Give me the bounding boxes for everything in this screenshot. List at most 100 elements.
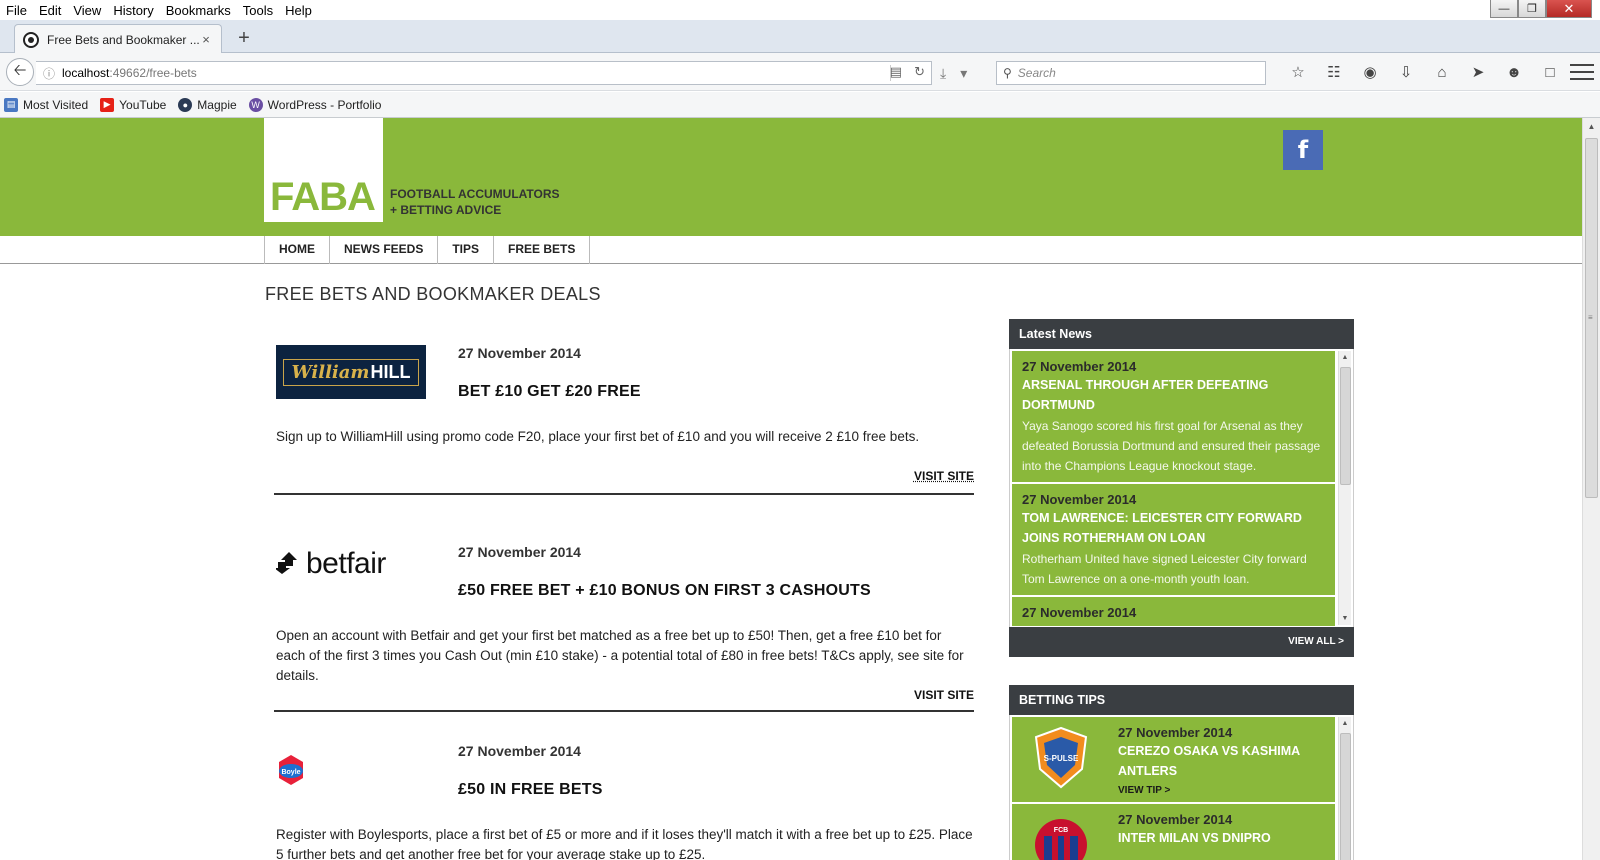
facebook-icon[interactable]: f [1283, 130, 1323, 170]
menu-help[interactable]: Help [279, 3, 318, 18]
page-scrollbar[interactable]: ▲ ≡ [1582, 118, 1600, 860]
tab-strip: Free Bets and Bookmaker ... × + [0, 20, 1600, 54]
hamburger-menu-icon[interactable] [1570, 62, 1594, 82]
betfair-logo[interactable]: betfair [276, 544, 426, 584]
bookmark-label: Magpie [197, 97, 237, 112]
new-tab-icon[interactable]: + [234, 28, 254, 48]
browser-tab[interactable]: Free Bets and Bookmaker ... × [14, 24, 222, 54]
bookmark-youtube[interactable]: ▶ YouTube [100, 97, 166, 112]
deal-date: 27 November 2014 [458, 544, 581, 560]
deal-headline: £50 IN FREE BETS [458, 781, 603, 798]
scroll-thumb[interactable] [1340, 367, 1351, 485]
scroll-thumb[interactable] [1340, 733, 1351, 860]
visit-site-link[interactable]: VISIT SITE [914, 688, 974, 702]
view-all-news-link[interactable]: VIEW ALL > [1009, 627, 1354, 657]
news-item[interactable]: 27 November 2014 TOM LAWRENCE: LEICESTER… [1012, 484, 1335, 595]
menu-history[interactable]: History [107, 3, 159, 18]
tip-title[interactable]: INTER MILAN VS DNIPRO [1118, 828, 1271, 848]
restore-icon[interactable]: ❐ [1518, 0, 1546, 18]
scroll-up-icon[interactable]: ▲ [1339, 717, 1351, 730]
search-input[interactable]: ⚲ Search [996, 61, 1266, 85]
toolbar-icons: ☆ ☷ ◉ ⇩ ⌂ ➤ ☻ □ [1280, 62, 1568, 82]
menu-file[interactable]: File [0, 3, 33, 18]
tip-content: 27 November 2014 CEREZO OSAKA VS KASHIMA… [1118, 725, 1325, 796]
reading-list-icon[interactable]: ☷ [1316, 62, 1352, 82]
nav-tips[interactable]: TIPS [438, 236, 495, 264]
window-icon[interactable]: □ [1532, 62, 1568, 82]
tagline-line-1: FOOTBALL ACCUMULATORS [390, 187, 560, 201]
url-host: localhost [62, 66, 110, 80]
site-tagline: FOOTBALL ACCUMULATORS + BETTING ADVICE [390, 186, 560, 218]
url-bar-icons: ▤ ↻ [890, 64, 925, 80]
window-close-icon[interactable]: ✕ [1546, 0, 1592, 18]
minimize-icon[interactable]: — [1490, 0, 1518, 18]
latest-news-panel: Latest News 27 November 2014 ARSENAL THR… [1009, 319, 1354, 657]
bookmark-star-icon[interactable]: ☆ [1280, 62, 1316, 82]
news-title[interactable]: TOM LAWRENCE: LEICESTER CITY FORWARD JOI… [1022, 508, 1325, 548]
downloads-icon[interactable]: ⇩ [1388, 62, 1424, 82]
menu-view[interactable]: View [67, 3, 107, 18]
tagline-line-2: + BETTING ADVICE [390, 203, 502, 217]
scroll-down-icon[interactable]: ▼ [1339, 612, 1351, 625]
betfair-wordmark: betfair [306, 547, 386, 580]
download-controls: ⤓ ▾ [940, 65, 967, 82]
news-summary: Rotherham United have signed Leicester C… [1022, 552, 1307, 586]
back-arrow-icon[interactable]: 🡠 [6, 58, 34, 86]
info-icon[interactable]: ⓘ [36, 65, 62, 82]
menu-edit[interactable]: Edit [33, 3, 67, 18]
betting-tips-list[interactable]: S-PULSE 27 November 2014 CEREZO OSAKA VS… [1009, 715, 1354, 860]
chat-icon[interactable]: ☻ [1496, 62, 1532, 82]
download-arrow-icon[interactable]: ⤓ [940, 65, 946, 82]
tip-title[interactable]: CEREZO OSAKA VS KASHIMA ANTLERS [1118, 741, 1325, 781]
nav-free-bets[interactable]: FREE BETS [494, 236, 591, 264]
betting-tips-heading: BETTING TIPS [1009, 685, 1354, 715]
url-bar[interactable]: ⓘ localhost:49662/free-bets ▤ ↻ [36, 61, 932, 85]
boylesports-logo[interactable]: Boyle [276, 743, 426, 797]
fc-barcelona-badge-icon: FCB [1035, 819, 1087, 860]
browser-menubar: File Edit View History Bookmarks Tools H… [0, 0, 1600, 20]
view-tip-link[interactable]: VIEW TIP > [1118, 785, 1325, 796]
tip-item[interactable]: FCB 27 November 2014 INTER MILAN VS DNIP… [1012, 804, 1335, 860]
deal-description: Open an account with Betfair and get you… [276, 628, 964, 683]
send-icon[interactable]: ➤ [1460, 62, 1496, 82]
bookmark-magpie[interactable]: ● Magpie [178, 97, 237, 112]
news-item[interactable]: 27 November 2014 [1012, 597, 1335, 626]
browser-navbar: 🡠 ⓘ localhost:49662/free-bets ▤ ↻ ⤓ ▾ ⚲ … [0, 53, 1600, 91]
nav-home[interactable]: HOME [265, 236, 330, 264]
dropdown-chevron-icon[interactable]: ▾ [960, 65, 967, 82]
tip-item[interactable]: S-PULSE 27 November 2014 CEREZO OSAKA VS… [1012, 717, 1335, 802]
deal-item: William HILL 27 November 2014 BET £10 GE… [274, 345, 974, 505]
bookmark-most-visited[interactable]: ▤ Most Visited [4, 97, 89, 112]
pocket-icon[interactable]: ◉ [1352, 62, 1388, 82]
reader-view-icon[interactable]: ▤ [890, 64, 902, 80]
tab-close-icon[interactable]: × [199, 32, 213, 47]
deal-headline: BET £10 GET £20 FREE [458, 383, 641, 400]
news-date: 27 November 2014 [1022, 605, 1137, 620]
latest-news-heading: Latest News [1009, 319, 1354, 349]
tips-scrollbar[interactable]: ▲ [1338, 717, 1351, 860]
youtube-icon: ▶ [100, 97, 115, 112]
scroll-up-icon[interactable]: ▲ [1583, 118, 1600, 135]
scroll-up-icon[interactable]: ▲ [1339, 351, 1351, 364]
reload-icon[interactable]: ↻ [914, 64, 925, 80]
news-title[interactable]: ARSENAL THROUGH AFTER DEFEATING DORTMUND [1022, 375, 1325, 415]
bookmark-wordpress[interactable]: W WordPress - Portfolio [248, 97, 381, 112]
logo-word-william: William [291, 361, 370, 383]
bookmark-label: Most Visited [23, 97, 89, 112]
menu-tools[interactable]: Tools [237, 3, 279, 18]
visit-site-link[interactable]: VISIT SITE [914, 469, 974, 483]
nav-news-feeds[interactable]: NEWS FEEDS [330, 236, 439, 264]
faba-logo[interactable]: FABA [264, 118, 383, 222]
news-item[interactable]: 27 November 2014 ARSENAL THROUGH AFTER D… [1012, 351, 1335, 482]
latest-news-list[interactable]: 27 November 2014 ARSENAL THROUGH AFTER D… [1009, 349, 1354, 627]
bookmarks-toolbar: ▤ Most Visited ▶ YouTube ● Magpie W Word… [0, 92, 1600, 118]
menu-bookmarks[interactable]: Bookmarks [160, 3, 237, 18]
news-date: 27 November 2014 [1022, 359, 1137, 374]
news-scrollbar[interactable]: ▲ ▼ [1338, 351, 1351, 625]
site-header: FABA FOOTBALL ACCUMULATORS + BETTING ADV… [0, 118, 1582, 236]
page-viewport: FABA FOOTBALL ACCUMULATORS + BETTING ADV… [0, 118, 1582, 860]
william-hill-logo[interactable]: William HILL [276, 345, 426, 399]
logo-word-hill: HILL [370, 361, 411, 382]
home-icon[interactable]: ⌂ [1424, 62, 1460, 82]
deal-item: betfair 27 November 2014 £50 FREE BET + … [274, 544, 974, 712]
